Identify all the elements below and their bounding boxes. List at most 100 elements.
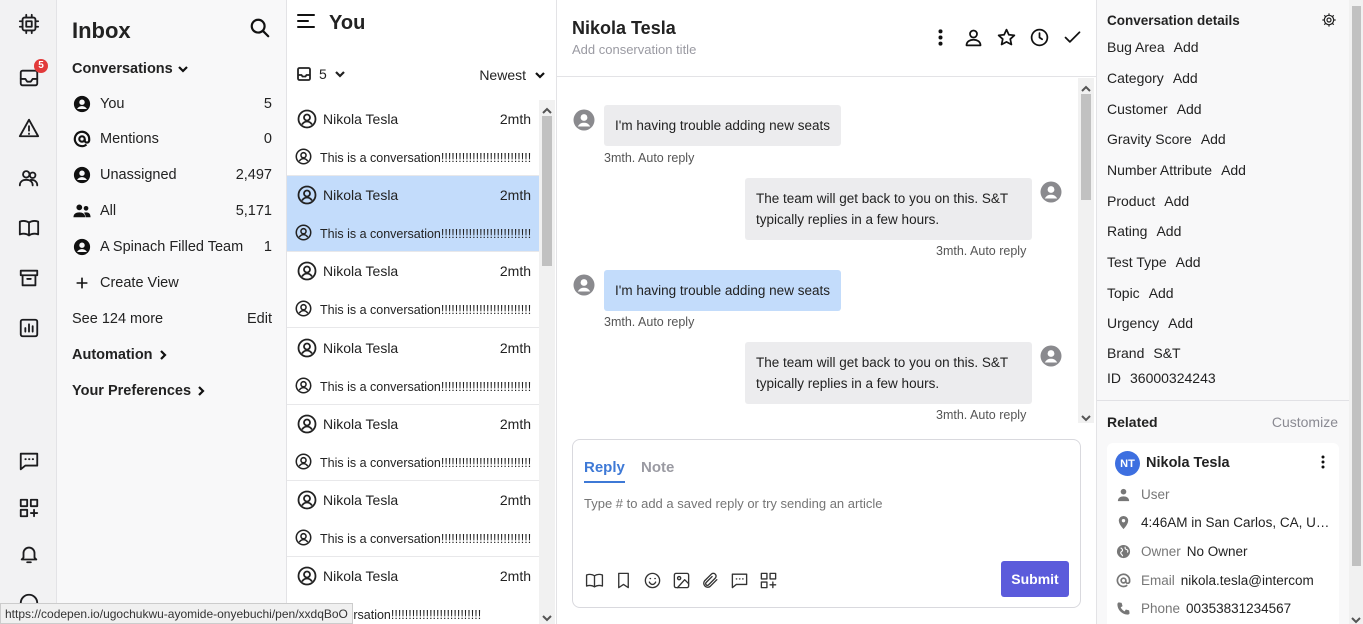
conversation-time: 2mth — [499, 111, 531, 127]
contacts-icon[interactable] — [16, 165, 42, 191]
scroll-down-arrow-icon[interactable] — [1351, 612, 1361, 624]
conversation-list-item[interactable]: Nikola Tesla 2mth This is a conversation!!… — [287, 481, 539, 557]
add-value-button[interactable]: Add — [1176, 254, 1201, 270]
detail-value: S&T — [1153, 345, 1181, 361]
image-icon[interactable] — [671, 570, 691, 590]
thread-scrollbar[interactable] — [1078, 78, 1094, 423]
archive-icon[interactable] — [16, 265, 42, 291]
nav-item-count: 5 — [263, 96, 272, 112]
snooze-clock-icon[interactable] — [1028, 26, 1050, 48]
create-view-label: Create View — [100, 275, 179, 291]
more-options-icon[interactable] — [929, 26, 951, 48]
detail-row[interactable]: Number Attribute Add — [1107, 162, 1246, 178]
nav-item-team[interactable]: A Spinach Filled Team 1 — [72, 235, 272, 259]
at-sign-icon — [72, 129, 92, 149]
detail-row: ID 36000324243 — [1107, 370, 1216, 386]
conversations-section-toggle[interactable]: Conversations — [72, 61, 188, 77]
saved-reply-bookmark-icon[interactable] — [613, 570, 633, 590]
app-rail: 5 — [0, 0, 57, 624]
detail-row[interactable]: Category Add — [1107, 70, 1198, 86]
close-conversation-check-icon[interactable] — [1061, 26, 1083, 48]
add-value-button[interactable]: Add — [1221, 162, 1246, 178]
tab-note[interactable]: Note — [641, 459, 674, 476]
apps-icon[interactable] — [758, 570, 778, 590]
conversation-list-item[interactable]: Nikola Tesla 2mth This is a conversation!!… — [287, 329, 539, 405]
alert-triangle-icon[interactable] — [16, 115, 42, 141]
scroll-down-arrow-icon[interactable] — [542, 610, 552, 622]
scrollbar-thumb[interactable] — [1352, 6, 1361, 566]
add-value-button[interactable]: Add — [1174, 39, 1199, 55]
add-title-field[interactable]: Add conservation title — [572, 42, 696, 57]
list-title: You — [329, 12, 366, 34]
conversation-list-item[interactable]: Nikola Tesla 2mth This is a conversation!!… — [287, 176, 539, 252]
detail-row[interactable]: Customer Add — [1107, 101, 1202, 117]
detail-row[interactable]: Rating Add — [1107, 223, 1181, 239]
detail-row[interactable]: Test Type Add — [1107, 254, 1201, 270]
scroll-down-arrow-icon[interactable] — [1081, 410, 1091, 422]
conversation-list-scrollbar[interactable] — [539, 100, 555, 624]
conversation-list-item[interactable]: Nikola Tesla 2mth This is a conversation!!… — [287, 405, 539, 481]
more-options-icon[interactable] — [1315, 454, 1331, 470]
add-value-button[interactable]: Add — [1156, 223, 1181, 239]
message-bubble: I'm having trouble adding new seats — [604, 270, 841, 311]
conversation-list-item[interactable]: Nikola Tesla 2mth This is a conversation!!… — [287, 252, 539, 328]
star-icon[interactable] — [995, 26, 1017, 48]
submit-button[interactable]: Submit — [1001, 561, 1069, 597]
add-value-button[interactable]: Add — [1168, 315, 1193, 331]
conversation-list-item[interactable]: Nikola Tesla 2mth This is a conversation!!… — [287, 100, 539, 176]
contact-phone-row[interactable]: Phone 00353831234567 — [1115, 600, 1333, 616]
menu-icon[interactable] — [297, 13, 315, 29]
nav-item-all[interactable]: All 5,171 — [72, 199, 272, 223]
contact-name[interactable]: Nikola Tesla — [1146, 455, 1230, 471]
inbox-nav-icon[interactable]: 5 — [16, 59, 48, 91]
add-value-button[interactable]: Add — [1201, 131, 1226, 147]
edit-link[interactable]: Edit — [247, 311, 272, 327]
reply-input[interactable] — [584, 496, 1064, 511]
see-more-link[interactable]: See 124 more — [72, 311, 247, 327]
gear-icon[interactable] — [1321, 12, 1338, 29]
contact-owner-row[interactable]: Owner No Owner — [1115, 543, 1333, 559]
detail-row[interactable]: Topic Add — [1107, 285, 1174, 301]
detail-row[interactable]: Product Add — [1107, 193, 1189, 209]
scrollbar-thumb[interactable] — [1081, 94, 1091, 200]
automation-section-toggle[interactable]: Automation — [72, 347, 168, 363]
add-value-button[interactable]: Add — [1177, 101, 1202, 117]
scrollbar-thumb[interactable] — [542, 116, 552, 266]
preferences-section-toggle[interactable]: Your Preferences — [72, 383, 206, 399]
scroll-up-arrow-icon[interactable] — [542, 103, 552, 114]
detail-label: Test Type — [1107, 254, 1167, 270]
add-value-button[interactable]: Add — [1149, 285, 1174, 301]
add-value-button[interactable]: Add — [1173, 70, 1198, 86]
customize-link[interactable]: Customize — [1272, 414, 1338, 430]
conversation-preview: This is a conversation!!!!!!!!!!!!!!!!!!… — [320, 380, 532, 394]
detail-row[interactable]: Urgency Add — [1107, 315, 1193, 331]
add-value-button[interactable]: Add — [1164, 193, 1189, 209]
emoji-icon[interactable] — [642, 570, 662, 590]
nav-item-unassigned[interactable]: Unassigned 2,497 — [72, 163, 272, 187]
app-logo-icon[interactable] — [16, 11, 42, 37]
apps-icon[interactable] — [16, 495, 42, 521]
conversation-actions — [929, 26, 1083, 48]
nav-item-you[interactable]: You 5 — [72, 92, 272, 116]
assign-user-icon[interactable] — [962, 26, 984, 48]
scroll-up-arrow-icon[interactable] — [1081, 81, 1091, 92]
sort-dropdown[interactable]: Newest — [479, 67, 545, 83]
tab-reply[interactable]: Reply — [584, 459, 625, 483]
details-scrollbar[interactable] — [1349, 0, 1363, 624]
article-book-icon[interactable] — [584, 570, 604, 590]
book-icon[interactable] — [16, 215, 42, 241]
nav-item-mentions[interactable]: Mentions 0 — [72, 127, 272, 151]
messenger-icon[interactable] — [16, 448, 42, 474]
notifications-bell-icon[interactable] — [16, 541, 42, 567]
search-icon[interactable] — [249, 17, 273, 41]
contact-email-row[interactable]: Email nikola.tesla@intercom — [1115, 572, 1333, 588]
detail-row[interactable]: Gravity Score Add — [1107, 131, 1226, 147]
create-view-button[interactable]: Create View — [72, 271, 272, 295]
detail-label: ID — [1107, 370, 1121, 386]
attachment-paperclip-icon[interactable] — [700, 570, 720, 590]
messenger-app-icon[interactable] — [729, 570, 749, 590]
detail-row[interactable]: Bug Area Add — [1107, 39, 1199, 55]
reports-icon[interactable] — [16, 315, 42, 341]
conversation-name: Nikola Tesla — [323, 568, 399, 584]
bulk-select-dropdown[interactable]: 5 — [297, 66, 345, 82]
